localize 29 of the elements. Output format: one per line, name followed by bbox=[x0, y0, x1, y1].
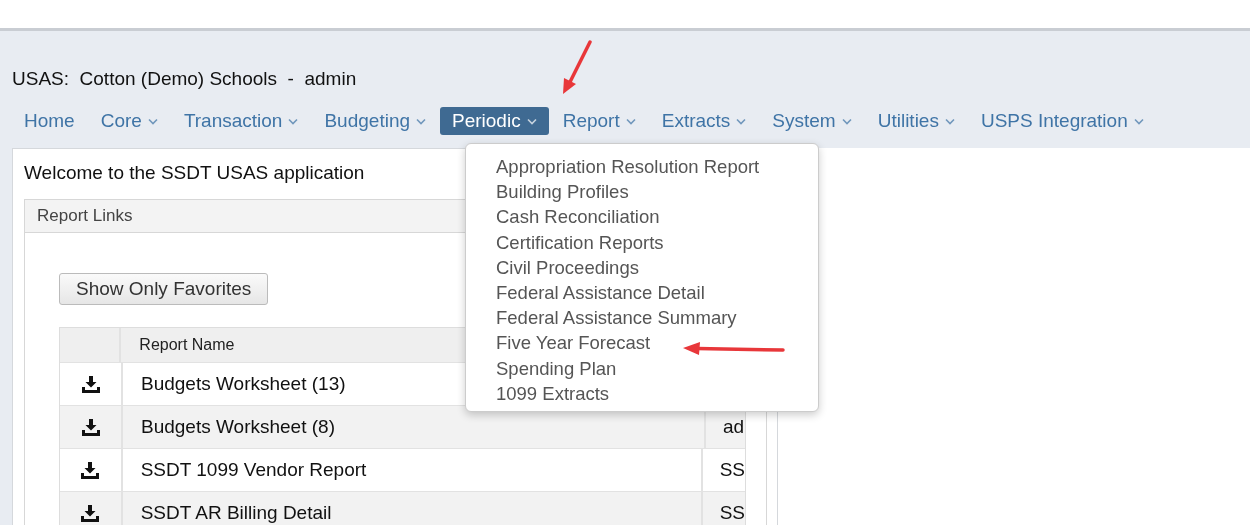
table-cell: SSDT AR Billing Detail bbox=[122, 492, 703, 525]
menu-item[interactable]: Federal Assistance Summary bbox=[496, 305, 818, 331]
download-icon[interactable] bbox=[81, 375, 100, 393]
menu-item[interactable]: Appropriation Resolution Report bbox=[496, 154, 818, 180]
nav-menu-item[interactable]: Core bbox=[88, 107, 170, 135]
table-cell-text: SS bbox=[718, 458, 745, 482]
nav-menu-item[interactable]: Budgeting bbox=[312, 107, 438, 135]
nav-menu-item[interactable]: USPS Integration bbox=[968, 107, 1156, 135]
menu-item[interactable]: Civil Proceedings bbox=[496, 254, 818, 280]
table-cell-text: ad bbox=[722, 415, 745, 439]
nav-menu-item[interactable]: Report bbox=[550, 107, 648, 135]
download-icon[interactable] bbox=[81, 461, 100, 479]
nav-menu-item[interactable]: Extracts bbox=[649, 107, 759, 135]
panel-title: Report Links bbox=[37, 206, 133, 225]
show-favorites-button[interactable]: Show Only Favorites bbox=[59, 273, 269, 305]
menu-item[interactable]: Building Profiles bbox=[496, 179, 818, 205]
download-icon[interactable] bbox=[81, 504, 100, 522]
table-cell-text: SS bbox=[718, 501, 745, 525]
menu-item[interactable]: Cash Reconciliation bbox=[496, 204, 818, 230]
nav-menu-item[interactable]: Home bbox=[12, 107, 87, 135]
menu-item[interactable]: Certification Reports bbox=[496, 229, 818, 255]
app-title: USAS: Cotton (Demo) Schools - admin bbox=[12, 68, 358, 91]
menu-item[interactable]: Federal Assistance Detail bbox=[496, 280, 818, 306]
nav-menu-item[interactable]: Utilities bbox=[865, 107, 967, 135]
nav-menu-item[interactable]: Periodic bbox=[440, 107, 549, 135]
download-icon[interactable] bbox=[81, 418, 100, 436]
nav-menu-item[interactable]: System bbox=[760, 107, 864, 135]
welcome-text: Welcome to the SSDT USAS application bbox=[24, 162, 365, 183]
nav-menu-item[interactable]: Transaction bbox=[171, 107, 311, 135]
